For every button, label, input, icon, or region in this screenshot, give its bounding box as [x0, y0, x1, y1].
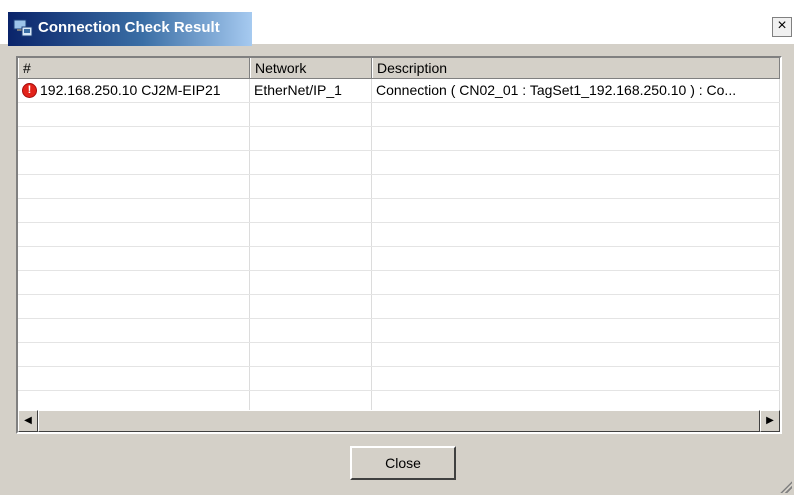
scrollbar-thumb[interactable]	[38, 410, 760, 432]
empty-cell	[372, 271, 780, 294]
results-list[interactable]: # Network Description 192.168.250.10 CJ2…	[16, 56, 782, 434]
table-row-empty[interactable]	[18, 127, 780, 151]
table-row-empty[interactable]	[18, 295, 780, 319]
scroll-left-button[interactable]: ◀	[18, 410, 38, 432]
empty-cell	[372, 247, 780, 270]
empty-cell	[18, 295, 250, 318]
empty-cell	[250, 127, 372, 150]
column-header-number[interactable]: #	[18, 58, 250, 78]
table-row-empty[interactable]	[18, 199, 780, 223]
table-row-empty[interactable]	[18, 271, 780, 295]
description-cell: Connection ( CN02_01 : TagSet1_192.168.2…	[372, 79, 780, 102]
empty-cell	[250, 175, 372, 198]
empty-cell	[250, 151, 372, 174]
empty-cell	[18, 343, 250, 366]
title-bar-caption[interactable]: Connection Check Result	[8, 12, 252, 46]
table-row-empty[interactable]	[18, 103, 780, 127]
table-row-empty[interactable]	[18, 319, 780, 343]
error-icon	[22, 82, 37, 98]
title-bar: Connection Check Result ×	[0, 0, 794, 46]
empty-cell	[372, 223, 780, 246]
column-header-network[interactable]: Network	[250, 58, 372, 78]
empty-cell	[372, 175, 780, 198]
scroll-right-button[interactable]: ▶	[760, 410, 780, 432]
empty-cell	[372, 319, 780, 342]
empty-cell	[250, 199, 372, 222]
empty-cell	[250, 343, 372, 366]
connection-check-dialog: Connection Check Result × # Network Desc…	[0, 0, 794, 495]
empty-cell	[372, 367, 780, 390]
empty-cell	[372, 295, 780, 318]
column-header-description[interactable]: Description	[372, 58, 780, 78]
empty-cell	[18, 175, 250, 198]
table-row-empty[interactable]	[18, 151, 780, 175]
table-row-empty[interactable]	[18, 247, 780, 271]
empty-cell	[18, 367, 250, 390]
empty-cell	[18, 223, 250, 246]
empty-cell	[18, 151, 250, 174]
empty-cell	[18, 103, 250, 126]
empty-cell	[372, 199, 780, 222]
list-rows: 192.168.250.10 CJ2M-EIP21 EtherNet/IP_1 …	[18, 79, 780, 415]
table-row-empty[interactable]	[18, 223, 780, 247]
empty-cell	[18, 271, 250, 294]
empty-cell	[250, 295, 372, 318]
empty-cell	[18, 127, 250, 150]
empty-cell	[250, 103, 372, 126]
table-row-empty[interactable]	[18, 175, 780, 199]
close-window-button[interactable]: ×	[772, 17, 792, 37]
empty-cell	[250, 223, 372, 246]
empty-cell	[250, 247, 372, 270]
empty-cell	[250, 319, 372, 342]
empty-cell	[18, 247, 250, 270]
empty-cell	[18, 199, 250, 222]
empty-cell	[372, 343, 780, 366]
table-row[interactable]: 192.168.250.10 CJ2M-EIP21 EtherNet/IP_1 …	[18, 79, 780, 103]
window-title: Connection Check Result	[38, 19, 220, 36]
list-header: # Network Description	[18, 58, 780, 79]
close-button[interactable]: Close	[350, 446, 456, 480]
empty-cell	[250, 367, 372, 390]
table-row-empty[interactable]	[18, 343, 780, 367]
empty-cell	[18, 319, 250, 342]
table-row-empty[interactable]	[18, 367, 780, 391]
device-cell: 192.168.250.10 CJ2M-EIP21	[18, 79, 250, 102]
empty-cell	[372, 127, 780, 150]
empty-cell	[250, 271, 372, 294]
horizontal-scrollbar[interactable]: ◀ ▶	[18, 410, 780, 432]
resize-grip[interactable]	[780, 481, 792, 493]
network-cell: EtherNet/IP_1	[250, 79, 372, 102]
device-name: 192.168.250.10 CJ2M-EIP21	[40, 82, 221, 98]
network-computer-icon	[13, 19, 33, 37]
empty-cell	[372, 151, 780, 174]
empty-cell	[372, 103, 780, 126]
